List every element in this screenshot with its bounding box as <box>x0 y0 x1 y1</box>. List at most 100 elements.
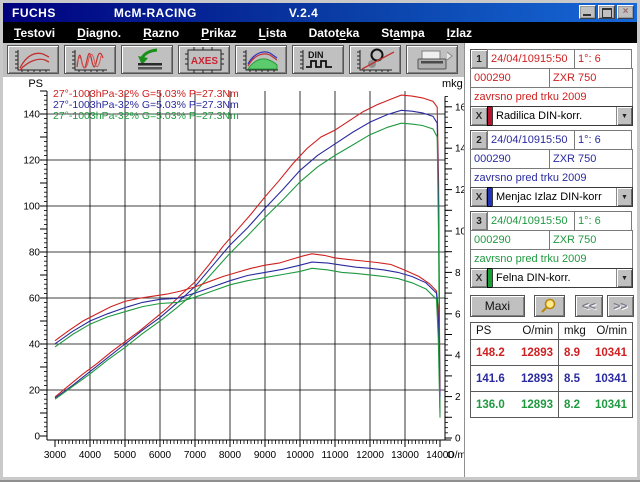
svg-text:27°-1003hPa-32% G=5.03% P=27.3: 27°-1003hPa-32% G=5.03% P=27.3Nm <box>53 110 239 122</box>
peak-power-cell: 136.0 12893 <box>470 391 559 418</box>
menu-item-izlaz[interactable]: Izlaz <box>436 26 483 40</box>
svg-text:mkg: mkg <box>442 78 463 90</box>
menubar: Testovi Diagno. Razno Prikaz Lista Datoteka St… <box>3 22 637 43</box>
chevron-down-icon[interactable]: ▼ <box>616 269 632 287</box>
run-2-select-button[interactable]: 2 <box>470 130 488 150</box>
run-time: 15:50 <box>539 215 568 227</box>
zoom-button[interactable] <box>533 295 566 317</box>
power-curve-button[interactable] <box>7 45 59 74</box>
svg-text:AXES: AXES <box>191 56 219 67</box>
peak-torque-cell: 8.9 10341 <box>558 339 633 366</box>
printer-icon <box>417 50 453 69</box>
svg-text:DIN: DIN <box>308 50 324 60</box>
din-correction-button[interactable]: DIN <box>292 45 344 74</box>
menu-item-prikaz[interactable]: Prikaz <box>190 26 247 40</box>
run-1-remove-button[interactable]: X <box>470 106 488 126</box>
color-curves-button[interactable] <box>235 45 287 74</box>
svg-text:9000: 9000 <box>254 450 277 461</box>
peaks-table-row-2: 141.6 12893 8.5 10341 <box>470 365 633 392</box>
power-run2-curve <box>54 109 441 414</box>
run-2-id: 000290 <box>470 149 550 169</box>
axes-button[interactable]: AXES <box>178 45 230 74</box>
svg-text:4: 4 <box>455 351 461 362</box>
svg-text:O/min: O/min <box>447 450 464 461</box>
menu-item-razno[interactable]: Razno <box>132 26 190 40</box>
run-1-channel-dropdown[interactable]: Radilica DIN-korr. ▼ <box>492 106 633 126</box>
svg-text:3000: 3000 <box>44 450 67 461</box>
close-button[interactable]: × <box>617 5 634 19</box>
multi-runs-curves-button[interactable] <box>64 45 116 74</box>
multi-runs-curves-icon <box>72 49 107 72</box>
probe-button[interactable] <box>349 45 401 74</box>
run-3-datetime: 24/04/109 15:50 <box>487 211 575 231</box>
run-2-channel-dropdown[interactable]: Menjac Izlaz DIN-korr ▼ <box>492 187 633 207</box>
menu-item-stampa[interactable]: Stampa <box>370 26 435 40</box>
run-1-note: zavrsno pred trku 2009 <box>470 87 633 107</box>
printer-button[interactable] <box>406 45 458 74</box>
run-2-remove-button[interactable]: X <box>470 187 488 207</box>
svg-text:5000: 5000 <box>114 450 137 461</box>
peak-torque-cell: 8.2 10341 <box>558 391 633 418</box>
menu-item-diagno[interactable]: Diagno. <box>66 26 132 40</box>
prev-button[interactable]: << <box>575 295 603 317</box>
run-2-datetime: 24/04/109 15:50 <box>487 130 575 150</box>
svg-text:0: 0 <box>455 434 461 445</box>
svg-text:12: 12 <box>455 185 464 196</box>
load-run-icon <box>138 48 162 69</box>
peaks-table-row-3: 136.0 12893 8.2 10341 <box>470 391 633 418</box>
run-date: 24/04/109 <box>491 215 540 227</box>
magnifier-icon <box>541 298 556 313</box>
dyno-chart-canvas: 0 20 40 60 80 100 120 140 PS 0 2 4 6 8 10 12 14 16 mkg 3000… <box>23 78 473 461</box>
menu-item-lista[interactable]: Lista <box>248 26 298 40</box>
run-2-note: zavrsno pred trku 2009 <box>470 168 633 188</box>
chevron-down-icon[interactable]: ▼ <box>616 107 632 125</box>
maxi-button[interactable]: Maxi <box>470 295 525 317</box>
channel-selected-value: Menjac Izlaz DIN-korr <box>496 191 602 203</box>
color-curves-icon <box>243 49 278 72</box>
header-ps: PS O/min <box>470 322 559 340</box>
maximize-button[interactable] <box>598 5 615 19</box>
dyno-chart: 0 20 40 60 80 100 120 140 PS 0 2 4 6 8 10 12 14 16 mkg 3000… <box>3 77 474 477</box>
minimize-button[interactable] <box>579 5 596 19</box>
run-2-model: ZXR 750 <box>549 149 633 169</box>
run-2-gear: 1°: 6 <box>574 130 632 150</box>
window-controls: × <box>579 5 634 19</box>
run-date: 24/04/109 <box>491 134 540 146</box>
torque-run1-curve <box>54 253 441 393</box>
svg-text:16: 16 <box>455 102 464 113</box>
run-block-3: 3 24/04/109 15:50 1°: 6 000290 ZXR 750 zavrsno… <box>470 211 633 288</box>
menu-item-datoteka[interactable]: Datoteka <box>298 26 371 40</box>
app-name: FUCHS <box>12 5 56 20</box>
header-mkg: mkg O/min <box>558 322 633 340</box>
peaks-table-row-1: 148.2 12893 8.9 10341 <box>470 339 633 366</box>
run-3-remove-button[interactable]: X <box>470 268 488 288</box>
power-curve-icon <box>15 49 50 72</box>
chevron-down-icon[interactable]: ▼ <box>616 188 632 206</box>
peak-power-cell: 141.6 12893 <box>470 365 559 392</box>
menu-item-testovi[interactable]: Testovi <box>3 26 66 40</box>
svg-text:14: 14 <box>455 144 464 155</box>
run-1-model: ZXR 750 <box>549 68 633 88</box>
svg-text:8000: 8000 <box>219 450 242 461</box>
maximize-icon <box>602 8 612 18</box>
svg-text:100: 100 <box>23 202 40 213</box>
run-3-select-button[interactable]: 3 <box>470 211 488 231</box>
run-1-select-button[interactable]: 1 <box>470 49 488 69</box>
run-3-gear: 1°: 6 <box>574 211 632 231</box>
load-run-button[interactable] <box>121 45 173 74</box>
svg-text:4000: 4000 <box>79 450 102 461</box>
close-icon: × <box>622 6 629 17</box>
svg-text:0: 0 <box>34 432 40 443</box>
run-time: 15:50 <box>539 134 568 146</box>
app-version: V.2.4 <box>288 5 319 20</box>
svg-text:6000: 6000 <box>149 450 172 461</box>
panel-button-row: Maxi << >> <box>470 295 634 317</box>
next-button[interactable]: >> <box>606 295 634 317</box>
run-1-gear: 1°: 6 <box>574 49 632 69</box>
probe-icon <box>357 48 395 72</box>
peaks-table: PS O/min mkg O/min 148.2 12893 8.9 10341 141.6 12… <box>470 322 633 418</box>
run-3-channel-dropdown[interactable]: Felna DIN-korr. ▼ <box>492 268 633 288</box>
peaks-table-header: PS O/min mkg O/min <box>470 322 633 340</box>
run-3-note: zavrsno pred trku 2009 <box>470 249 633 269</box>
run-block-1: 1 24/04/109 15:50 1°: 6 000290 ZXR 750 zavrsno… <box>470 49 633 126</box>
